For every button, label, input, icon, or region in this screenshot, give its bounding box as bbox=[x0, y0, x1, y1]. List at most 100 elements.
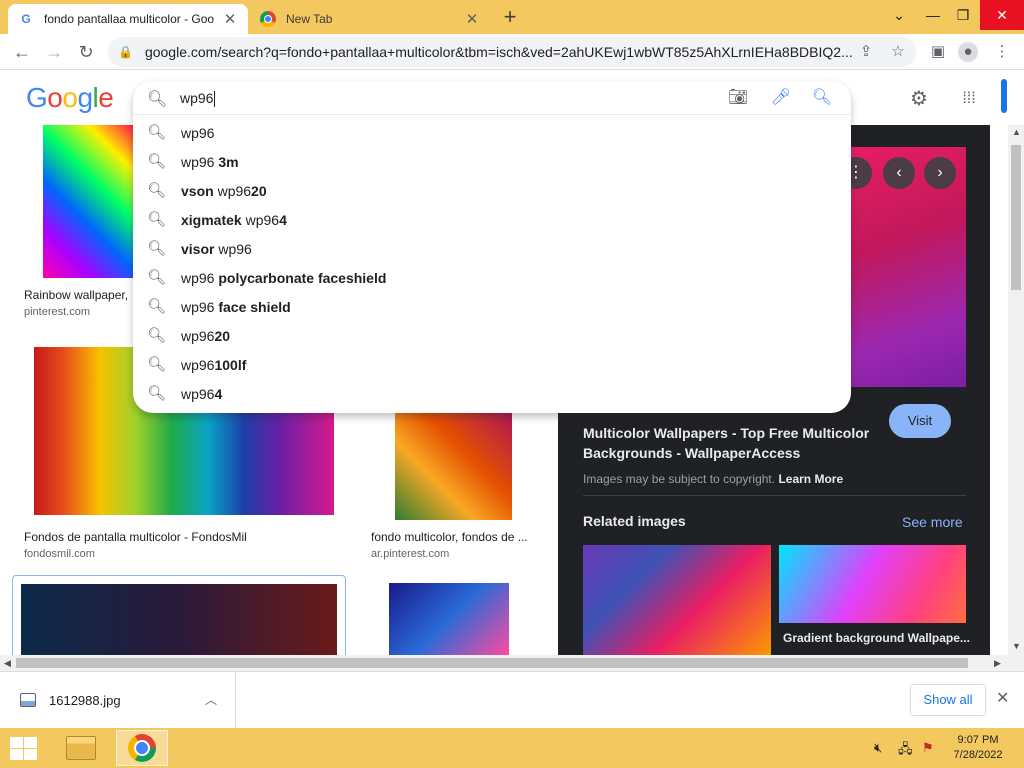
result-image[interactable] bbox=[43, 125, 138, 278]
scroll-left-arrow-icon[interactable]: ◀ bbox=[4, 658, 11, 669]
tab-title: New Tab bbox=[286, 12, 333, 26]
show-all-button[interactable]: Show all bbox=[910, 684, 986, 716]
chrome-taskbar-icon[interactable] bbox=[116, 730, 168, 766]
suggestion-item[interactable]: 🔍︎ visor wp96 bbox=[133, 234, 851, 263]
search-input[interactable]: wp96 bbox=[180, 90, 215, 107]
suggestion-item[interactable]: 🔍︎ wp96100lf bbox=[133, 350, 851, 379]
scrollbar-thumb[interactable] bbox=[16, 658, 968, 668]
vertical-scrollbar[interactable]: ▲ ▼ bbox=[1008, 125, 1024, 655]
camera-icon[interactable]: 📷︎ bbox=[727, 87, 749, 109]
file-explorer-icon[interactable] bbox=[55, 730, 107, 766]
sign-in-button[interactable] bbox=[1001, 79, 1007, 113]
suggestion-text[interactable]: wp96 polycarbonate faceshield bbox=[181, 270, 386, 286]
windows-start-icon[interactable] bbox=[8, 736, 38, 760]
suggestion-item[interactable]: 🔍︎ wp9620 bbox=[133, 321, 851, 350]
suggestion-item[interactable]: 🔍︎ wp96 face shield bbox=[133, 292, 851, 321]
previous-image-icon[interactable]: ‹ bbox=[883, 157, 915, 189]
search-icon: 🔍︎ bbox=[147, 269, 167, 286]
related-image[interactable] bbox=[779, 545, 966, 623]
search-submit-icon[interactable]: 🔍︎ bbox=[811, 87, 833, 109]
search-icon: 🔍︎ bbox=[147, 91, 168, 108]
logo-letter: o bbox=[47, 82, 63, 113]
search-input-row[interactable]: 🔍︎ wp96 📷︎ 🎤︎ 🔍︎ bbox=[133, 81, 851, 115]
result-source[interactable]: ar.pinterest.com bbox=[371, 548, 449, 560]
suggestion-item[interactable]: 🔍︎ wp96 bbox=[133, 118, 851, 147]
lock-icon[interactable]: 🔒 bbox=[118, 45, 133, 59]
selected-result-frame[interactable] bbox=[12, 575, 346, 655]
share-icon[interactable]: ⇪ bbox=[856, 42, 876, 62]
close-icon[interactable]: ✕ bbox=[996, 688, 1009, 708]
close-tab-icon[interactable]: ✕ bbox=[222, 10, 238, 28]
tab-new-tab[interactable]: New Tab ✕ bbox=[250, 4, 490, 34]
close-window-button[interactable]: ✕ bbox=[980, 0, 1024, 30]
result-image[interactable] bbox=[21, 584, 337, 655]
related-image-caption[interactable]: Gradient background Wallpape... bbox=[783, 631, 970, 645]
tab-google-search[interactable]: G fondo pantallaa multicolor - Goo ✕ bbox=[8, 4, 248, 34]
horizontal-scrollbar[interactable]: ◀ ▶ bbox=[0, 655, 1024, 671]
suggestion-text[interactable]: xigmatek wp964 bbox=[181, 212, 287, 228]
suggestion-text[interactable]: wp964 bbox=[181, 386, 222, 402]
system-clock[interactable]: 9:07 PM 7/28/2022 bbox=[948, 733, 1008, 763]
suggestion-text[interactable]: wp96 3m bbox=[181, 154, 239, 170]
suggestion-item[interactable]: 🔍︎ vson wp9620 bbox=[133, 176, 851, 205]
search-suggestions-dropdown: 🔍︎ wp96 📷︎ 🎤︎ 🔍︎ 🔍︎ wp96 🔍︎ wp96 3m 🔍︎ v… bbox=[133, 81, 851, 413]
new-tab-button[interactable]: + bbox=[498, 6, 522, 30]
suggestion-text[interactable]: wp9620 bbox=[181, 328, 230, 344]
tab-search-chevron-icon[interactable]: ⌄ bbox=[882, 0, 916, 30]
result-image[interactable] bbox=[395, 410, 512, 520]
related-image[interactable] bbox=[583, 545, 771, 655]
suggestion-text[interactable]: vson wp9620 bbox=[181, 183, 267, 199]
learn-more-link[interactable]: Learn More bbox=[778, 472, 843, 486]
speaker-muted-icon[interactable]: 🔇︎ bbox=[874, 740, 882, 756]
suggestion-item[interactable]: 🔍︎ wp96 polycarbonate faceshield bbox=[133, 263, 851, 292]
next-image-icon[interactable]: › bbox=[924, 157, 956, 189]
search-icon: 🔍︎ bbox=[147, 356, 167, 373]
suggestion-text[interactable]: visor wp96 bbox=[181, 241, 252, 257]
scroll-down-arrow-icon[interactable]: ▼ bbox=[1012, 641, 1021, 651]
suggestion-item[interactable]: 🔍︎ wp96 3m bbox=[133, 147, 851, 176]
download-filename[interactable]: 1612988.jpg bbox=[49, 693, 121, 708]
suggestion-text[interactable]: wp96 face shield bbox=[181, 299, 291, 315]
download-item[interactable]: 1612988.jpg ︿ bbox=[0, 672, 236, 728]
see-more-link[interactable]: See more bbox=[902, 514, 963, 530]
scroll-up-arrow-icon[interactable]: ▲ bbox=[1012, 127, 1021, 137]
minimize-button[interactable]: — bbox=[916, 0, 950, 30]
close-tab-icon[interactable]: ✕ bbox=[464, 10, 480, 28]
search-icon: 🔍︎ bbox=[147, 182, 167, 199]
side-panel-icon[interactable]: ▣ bbox=[928, 42, 948, 62]
url-text[interactable]: google.com/search?q=fondo+pantallaa+mult… bbox=[145, 44, 906, 60]
profile-avatar-icon[interactable]: ● bbox=[958, 42, 978, 62]
result-source[interactable]: pinterest.com bbox=[24, 306, 90, 318]
microphone-icon[interactable]: 🎤︎ bbox=[770, 87, 792, 109]
clock-date: 7/28/2022 bbox=[953, 749, 1003, 761]
suggestion-item[interactable]: 🔍︎ wp964 bbox=[133, 379, 851, 408]
result-caption[interactable]: fondo multicolor, fondos de ... bbox=[371, 530, 541, 544]
suggestion-item[interactable]: 🔍︎ xigmatek wp964 bbox=[133, 205, 851, 234]
scroll-right-arrow-icon[interactable]: ▶ bbox=[994, 658, 1001, 669]
search-icon: 🔍︎ bbox=[147, 124, 167, 141]
result-source[interactable]: fondosmil.com bbox=[24, 548, 95, 560]
google-logo[interactable]: Google bbox=[26, 82, 114, 114]
chevron-up-icon[interactable]: ︿ bbox=[205, 691, 217, 708]
search-icon: 🔍︎ bbox=[147, 153, 167, 170]
back-arrow-icon[interactable]: ← bbox=[10, 40, 34, 64]
suggestion-text[interactable]: wp96 bbox=[181, 125, 214, 141]
action-center-icon[interactable]: ⚑ bbox=[922, 740, 934, 756]
result-caption[interactable]: Fondos de pantalla multicolor - FondosMi… bbox=[24, 530, 344, 544]
bookmark-star-icon[interactable]: ☆ bbox=[888, 42, 908, 62]
restore-button[interactable]: ❐ bbox=[946, 0, 980, 30]
more-menu-icon[interactable]: ⋮ bbox=[992, 42, 1012, 62]
suggestion-text[interactable]: wp96100lf bbox=[181, 357, 246, 373]
visit-button[interactable]: Visit bbox=[889, 404, 951, 438]
apps-grid-icon[interactable]: ⁞⁞⁞ bbox=[957, 87, 981, 111]
forward-arrow-icon[interactable]: → bbox=[42, 40, 66, 64]
scrollbar-thumb[interactable] bbox=[1011, 145, 1021, 290]
logo-letter: o bbox=[62, 82, 78, 113]
network-icon[interactable]: 🖧 bbox=[898, 740, 913, 762]
settings-gear-icon[interactable]: ⚙ bbox=[907, 87, 931, 111]
reload-icon[interactable]: ↻ bbox=[74, 40, 98, 64]
result-image[interactable] bbox=[389, 583, 509, 655]
preview-title[interactable]: Multicolor Wallpapers - Top Free Multico… bbox=[583, 423, 883, 463]
result-caption[interactable]: Rainbow wallpaper, bbox=[24, 288, 134, 302]
address-bar[interactable]: 🔒 google.com/search?q=fondo+pantallaa+mu… bbox=[108, 37, 916, 67]
